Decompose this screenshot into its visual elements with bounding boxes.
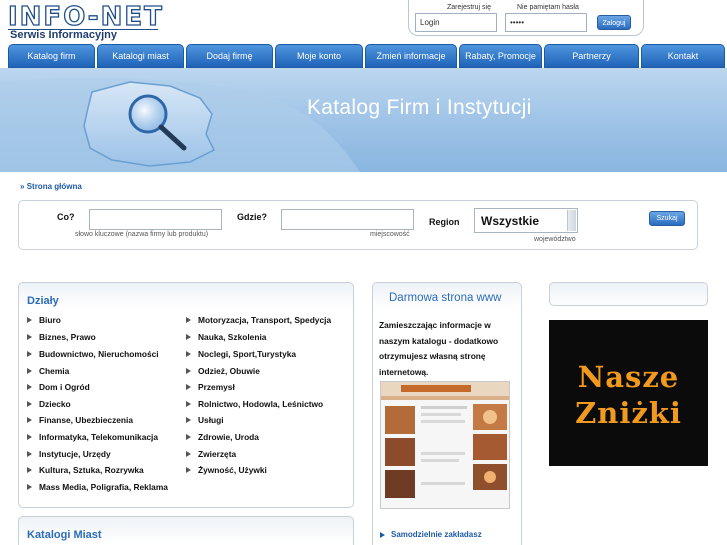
nav-kontakt[interactable]: Kontakt (641, 44, 725, 68)
forgot-password-link[interactable]: Nie pamiętam hasła (517, 4, 579, 11)
what-label: Co? (57, 212, 75, 222)
category-item[interactable]: Finanse, Ubezbieczenia (26, 415, 133, 425)
nav-partnerzy[interactable]: Partnerzy (544, 44, 639, 68)
category-item[interactable]: Odzież, Obuwie (186, 366, 260, 376)
nav-moje-konto[interactable]: Moje konto (275, 44, 363, 68)
category-item[interactable]: Dziecko (27, 399, 71, 409)
where-label: Gdzie? (237, 212, 268, 222)
category-item[interactable]: Biznes, Prawo (27, 332, 96, 342)
category-item[interactable]: Zdrowie, Uroda (186, 432, 259, 442)
category-item[interactable]: Budownictwo, Nieruchomości (27, 349, 159, 359)
main-nav: Katalog firm Katalogi miast Dodaj firmę … (0, 44, 727, 68)
select-arrow-icon (567, 210, 576, 231)
categories-title: Działy (27, 295, 59, 307)
website-preview-image[interactable] (380, 381, 510, 509)
category-item[interactable]: Biuro (27, 315, 61, 325)
search-form: Co? słowo kluczowe (nazwa firmy lub prod… (18, 200, 698, 250)
cities-title: Katalogi Miast (27, 529, 102, 541)
category-item[interactable]: Dom i Ogród (27, 382, 90, 392)
breadcrumb: » Strona główna (20, 182, 82, 191)
discount-line2: Zniżki (575, 396, 682, 430)
category-item[interactable]: Usługi (186, 415, 224, 425)
category-item[interactable]: Przemysł (186, 382, 235, 392)
login-button[interactable]: Zaloguj (597, 15, 631, 30)
login-input[interactable]: Login (415, 13, 497, 32)
category-item[interactable]: Żywność, Używki (186, 465, 267, 475)
nav-zmien-informacje[interactable]: Zmień informacje (365, 44, 457, 68)
banner-title: Katalog Firm i Instytucji (307, 96, 532, 119)
breadcrumb-home-link[interactable]: Strona główna (27, 182, 82, 191)
nav-dodaj-firme[interactable]: Dodaj firmę (186, 44, 273, 68)
region-label: Region (429, 217, 460, 227)
promo-text: Zamieszczając informacje w naszym katalo… (379, 320, 499, 377)
nav-katalog-firm[interactable]: Katalog firm (8, 44, 95, 68)
where-hint: miejscowość (370, 231, 410, 238)
category-item[interactable]: Motoryzacja, Transport, Spedycja (185, 315, 331, 325)
category-item[interactable]: Informatyka, Telekomunikacja (27, 432, 158, 442)
category-item[interactable]: Kultura, Sztuka, Rozrywka (27, 465, 144, 475)
what-hint: słowo kluczowe (nazwa firmy lub produktu… (75, 231, 209, 238)
logo-subtitle: Serwis Informacyjny (10, 29, 117, 41)
promo-link[interactable]: Samodzielnie zakładasz (391, 530, 482, 539)
promo-title: Darmowa strona www (389, 292, 502, 304)
hero-banner: Katalog Firm i Instytucji (0, 68, 727, 172)
category-item[interactable]: Mass Media, Poligrafia, Reklama (27, 482, 168, 492)
region-select[interactable]: Wszystkie (474, 208, 578, 233)
discount-header (549, 282, 708, 306)
password-input[interactable]: ••••• (505, 13, 587, 32)
site-logo[interactable]: INFO-NET Serwis Informacyjny (7, 1, 168, 41)
category-item[interactable]: Noclegi, Sport,Turystyka (185, 349, 296, 359)
category-item[interactable]: Chemia (26, 366, 69, 376)
region-hint: województwo (534, 236, 576, 243)
discount-banner[interactable]: Nasze Zniżki (549, 320, 708, 466)
search-button[interactable]: Szukaj (649, 211, 685, 226)
nav-katalogi-miast[interactable]: Katalogi miast (97, 44, 184, 68)
login-box: Zarejestruj się Nie pamiętam hasła Login… (408, 0, 644, 36)
category-item[interactable]: Nauka, Szkolenia (185, 332, 266, 342)
banner-graphic (0, 77, 360, 172)
category-item[interactable]: Rolnictwo, Hodowla, Leśnictwo (185, 399, 323, 409)
breadcrumb-arrow: » (20, 182, 25, 191)
category-item[interactable]: Zwierzęta (185, 449, 236, 459)
what-input[interactable] (89, 209, 222, 230)
discount-line1: Nasze (577, 360, 680, 394)
category-item[interactable]: Instytucje, Urzędy (27, 449, 111, 459)
register-link[interactable]: Zarejestruj się (447, 4, 491, 11)
where-input[interactable] (281, 209, 414, 230)
nav-rabaty-promocje[interactable]: Rabaty, Promocje (459, 44, 542, 68)
logo-text: INFO-NET (7, 1, 164, 32)
promo-arrow-icon (380, 532, 385, 538)
preview-graphic (381, 382, 509, 498)
